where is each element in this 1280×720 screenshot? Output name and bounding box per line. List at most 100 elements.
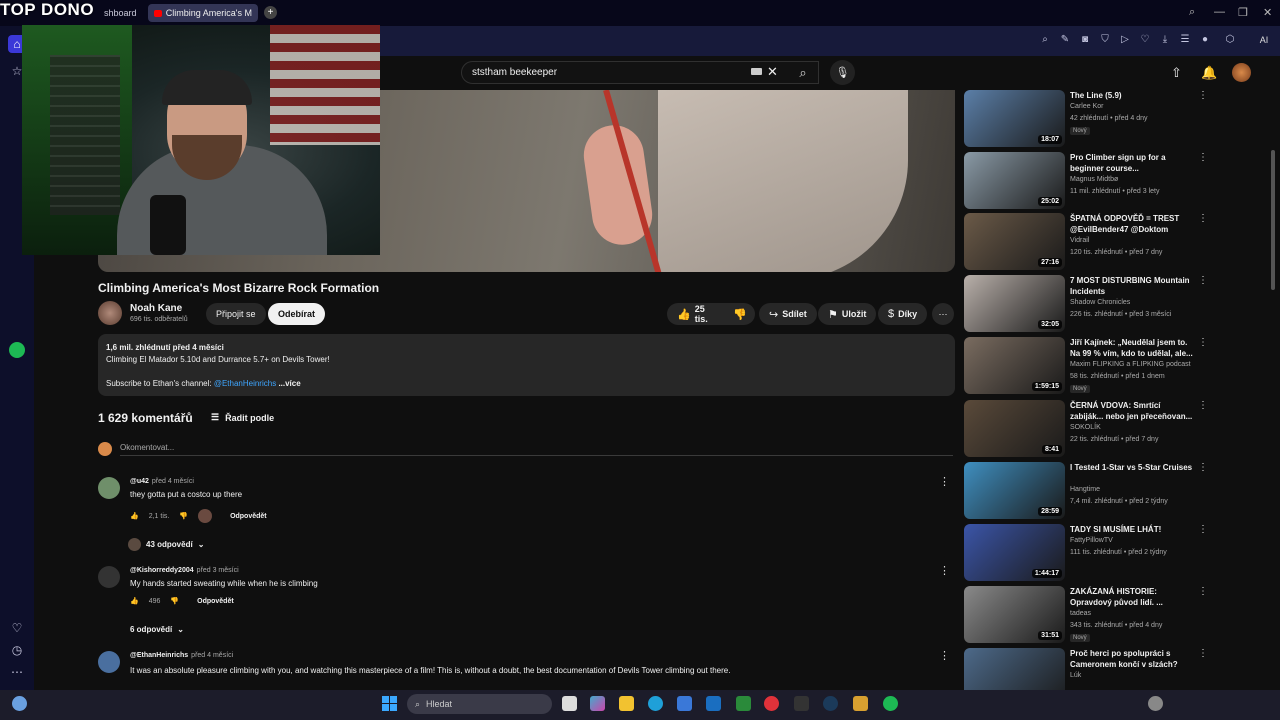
comment-menu-icon[interactable]: ⋮: [939, 564, 950, 577]
show-more-link[interactable]: ...více: [278, 379, 300, 388]
upload-icon[interactable]: ⇧: [1171, 65, 1182, 81]
network-icon[interactable]: [1148, 696, 1163, 711]
like-button[interactable]: 👍 25 tis.: [667, 303, 725, 325]
recommended-video[interactable]: 27:16 ŠPATNÁ ODPOVĚĎ = TREST @EvilBender4…: [964, 213, 1210, 271]
file-explorer-icon[interactable]: [619, 696, 634, 711]
recommended-title[interactable]: 7 MOST DISTURBING Mountain Incidents: [1070, 275, 1195, 297]
recommended-video[interactable]: 8:41 ČERNÁ VDOVA: Smrtící zabiják... nebo…: [964, 400, 1210, 458]
weather-icon[interactable]: [12, 696, 27, 711]
comment-menu-icon[interactable]: ⋮: [939, 649, 950, 662]
cube-icon[interactable]: ⬡: [1224, 34, 1236, 46]
app-icon[interactable]: [853, 696, 868, 711]
zoom-icon[interactable]: ⌕: [1039, 34, 1051, 46]
reply-button[interactable]: Odpovědět: [230, 513, 267, 520]
more-options-icon[interactable]: ⋮: [1198, 524, 1208, 535]
recommended-title[interactable]: ŠPATNÁ ODPOVĚĎ = TREST @EvilBender47 @Do…: [1070, 213, 1195, 235]
recommended-channel[interactable]: FattyPillowTV: [1070, 537, 1113, 544]
reply-button[interactable]: Odpovědět: [197, 598, 234, 605]
recommended-title[interactable]: I Tested 1-Star vs 5-Star Cruises: [1070, 462, 1195, 473]
thumbs-down-icon[interactable]: 👎: [170, 597, 179, 605]
new-tab-button[interactable]: +: [264, 6, 277, 19]
opera-icon[interactable]: [764, 696, 779, 711]
task-view-icon[interactable]: [562, 696, 577, 711]
recommended-video[interactable]: 1:44:17 TADY SI MUSÍME LHÁT! FattyPillowTV…: [964, 524, 1210, 582]
recommended-channel[interactable]: tadeas: [1070, 610, 1091, 617]
recommended-video[interactable]: 1:59:15 Jiří Kajínek: „Neudělal jsem to. …: [964, 337, 1210, 395]
thumbs-up-icon[interactable]: 👍: [130, 597, 139, 605]
more-options-icon[interactable]: ⋮: [1198, 462, 1208, 473]
recommended-title[interactable]: TADY SI MUSÍME LHÁT!: [1070, 524, 1195, 535]
favorites-icon[interactable]: ♡: [8, 619, 26, 637]
close-window-icon[interactable]: ✕: [1263, 6, 1272, 19]
channel-name[interactable]: Noah Kane: [130, 303, 182, 314]
bell-icon[interactable]: 🔔: [1201, 65, 1217, 81]
recommended-channel[interactable]: Shadow Chronicles: [1070, 299, 1130, 306]
video-thumbnail[interactable]: 32:05: [964, 275, 1065, 332]
profile-icon[interactable]: ●: [1199, 34, 1211, 46]
dislike-button[interactable]: 👎: [725, 303, 755, 325]
more-options-icon[interactable]: ⋮: [1198, 337, 1208, 348]
thanks-button[interactable]: $ Díky: [878, 303, 928, 325]
save-button[interactable]: ⚑ Uložit: [818, 303, 877, 325]
thumbs-down-icon[interactable]: 👎: [179, 512, 188, 520]
tab-climbing-video[interactable]: Climbing America's M: [148, 4, 258, 22]
video-thumbnail[interactable]: 31:51: [964, 586, 1065, 643]
recommended-title[interactable]: ČERNÁ VDOVA: Smrtící zabiják... nebo jen…: [1070, 400, 1195, 422]
menu-icon[interactable]: ☰: [1179, 34, 1191, 46]
shield-icon[interactable]: ⛉: [1099, 34, 1111, 46]
more-options-icon[interactable]: ⋮: [1198, 275, 1208, 286]
more-options-icon[interactable]: ⋮: [1198, 648, 1208, 659]
tab-dashboard[interactable]: shboard: [98, 4, 148, 22]
spotify-icon[interactable]: [9, 342, 25, 358]
video-thumbnail[interactable]: 8:41: [964, 400, 1065, 457]
comment-author[interactable]: @EthanHeinrichs před 4 měsíci: [130, 652, 233, 659]
recommended-channel[interactable]: Hangtime: [1070, 486, 1100, 493]
comment-avatar[interactable]: [98, 566, 120, 588]
share-button[interactable]: ↪ Sdílet: [759, 303, 817, 325]
more-actions-button[interactable]: ⋯: [932, 303, 954, 325]
recommended-video[interactable]: 18:07 The Line (5.9) Carlee Kor 42 zhlédnut…: [964, 90, 1210, 148]
video-thumbnail[interactable]: 27:16: [964, 213, 1065, 270]
history-icon[interactable]: ◷: [8, 641, 26, 659]
more-options-icon[interactable]: ⋮: [1198, 152, 1208, 163]
recommended-channel[interactable]: SOKOLÍK: [1070, 424, 1101, 431]
join-button[interactable]: Připojit se: [206, 303, 266, 325]
spotify-icon[interactable]: [883, 696, 898, 711]
search-tabs-icon[interactable]: ⌕: [1189, 6, 1195, 19]
more-options-icon[interactable]: ⋮: [1198, 586, 1208, 597]
avatar[interactable]: [1232, 63, 1251, 82]
minimize-icon[interactable]: —: [1214, 6, 1225, 18]
replies-toggle[interactable]: 43 odpovědí ⌄: [128, 538, 204, 551]
channel-link[interactable]: @EthanHeinrichs: [214, 379, 276, 388]
recommended-title[interactable]: ZAKÁZANÁ HISTORIE: Opravdový původ lidí.…: [1070, 586, 1195, 608]
replies-toggle[interactable]: 6 odpovědí ⌄: [130, 625, 184, 634]
search-button[interactable]: ⌕: [788, 61, 818, 84]
more-options-icon[interactable]: ⋮: [1198, 400, 1208, 411]
clear-search-icon[interactable]: ✕: [767, 64, 778, 80]
video-thumbnail[interactable]: 1:59:15: [964, 337, 1065, 394]
more-icon[interactable]: ⋯: [8, 663, 26, 681]
recommended-video[interactable]: 28:59 I Tested 1-Star vs 5-Star Cruises Ha…: [964, 462, 1210, 520]
edit-icon[interactable]: ✎: [1059, 34, 1071, 46]
comment-input[interactable]: Okomentovat...: [120, 443, 174, 452]
thumbs-up-icon[interactable]: 👍: [130, 512, 139, 520]
play-icon[interactable]: ▷: [1119, 34, 1131, 46]
comment-avatar[interactable]: [98, 651, 120, 673]
taskbar-search[interactable]: ⌕ Hledat: [407, 694, 552, 714]
description-box[interactable]: 1,6 mil. zhlédnutí před 4 měsíci Climbin…: [98, 334, 955, 396]
recommended-title[interactable]: The Line (5.9): [1070, 90, 1195, 101]
edge-icon[interactable]: [648, 696, 663, 711]
subscribe-button[interactable]: Odebírat: [268, 303, 326, 325]
comment-author[interactable]: @Kishorreddy2004 před 3 měsíci: [130, 567, 239, 574]
video-thumbnail[interactable]: 28:59: [964, 462, 1065, 519]
keyboard-icon[interactable]: [751, 68, 762, 75]
video-thumbnail[interactable]: 18:07: [964, 90, 1065, 147]
scrollbar[interactable]: [1271, 150, 1275, 290]
more-options-icon[interactable]: ⋮: [1198, 213, 1208, 224]
store-icon[interactable]: [677, 696, 692, 711]
recommended-channel[interactable]: Lúk: [1070, 672, 1081, 679]
recommended-channel[interactable]: Vidrail: [1070, 237, 1089, 244]
outlook-icon[interactable]: [706, 696, 721, 711]
sort-button[interactable]: ☰ Řadit podle: [211, 412, 274, 423]
recommended-channel[interactable]: Maxim FLIPKING a FLIPKING podcast: [1070, 361, 1191, 368]
